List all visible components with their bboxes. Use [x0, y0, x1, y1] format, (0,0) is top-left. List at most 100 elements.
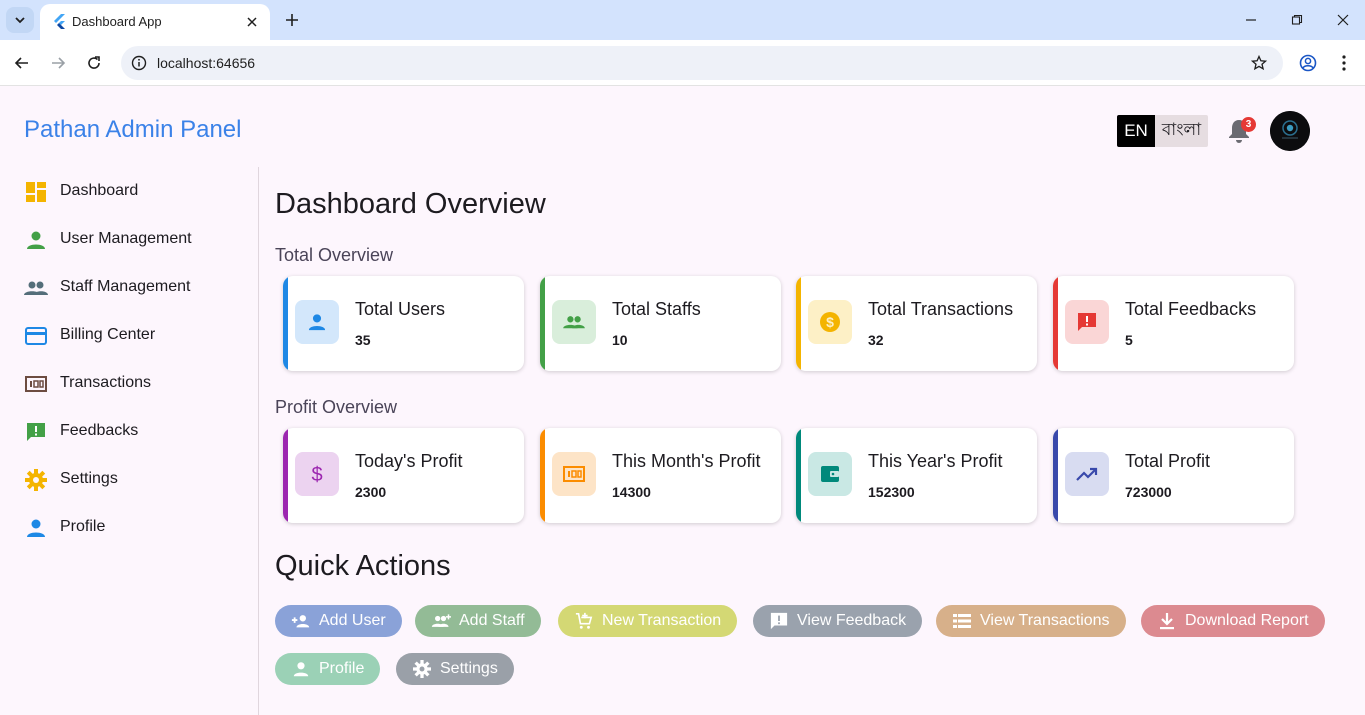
minimize-icon	[1246, 19, 1256, 21]
trending-up-icon	[1065, 452, 1109, 496]
arrow-right-icon	[52, 57, 66, 69]
address-bar[interactable]: localhost:64656	[121, 46, 1283, 80]
dollar-icon: $	[295, 452, 339, 496]
reload-button[interactable]	[80, 49, 108, 77]
restore-button[interactable]	[1274, 6, 1320, 34]
sidebar: Dashboard User Management Staff Manageme…	[0, 167, 259, 715]
view-transactions-button[interactable]: View Transactions	[936, 605, 1126, 637]
sidebar-item-label: Billing Center	[60, 326, 156, 343]
stat-card-value: 152300	[868, 484, 915, 500]
stat-card-total-staffs: Total Staffs 10	[540, 276, 781, 371]
person-icon	[24, 516, 48, 540]
settings-button[interactable]: Settings	[396, 653, 514, 685]
money-icon	[552, 452, 596, 496]
people-icon	[24, 276, 48, 300]
sidebar-item-label: Settings	[60, 470, 118, 487]
profile-label: Profile	[319, 660, 365, 677]
browser-tab[interactable]: Dashboard App	[40, 4, 270, 40]
stat-card-title: This Year's Profit	[868, 451, 1003, 471]
stat-card-this-years-profit: This Year's Profit 152300	[796, 428, 1037, 523]
gear-icon	[24, 468, 48, 492]
browser-menu-button[interactable]	[1330, 49, 1358, 77]
account-circle-icon	[1299, 54, 1317, 72]
sidebar-item-label: User Management	[60, 230, 192, 247]
total-overview-heading: Total Overview	[275, 245, 394, 265]
download-icon	[1157, 611, 1177, 631]
language-toggle[interactable]: EN বাংলা	[1117, 115, 1208, 147]
add-staff-button[interactable]: Add Staff	[415, 605, 541, 637]
more-vert-icon	[1342, 55, 1346, 71]
avatar-image	[1270, 111, 1310, 151]
view-feedback-label: View Feedback	[797, 612, 907, 629]
url-text: localhost:64656	[157, 55, 256, 71]
app-title: Pathan Admin Panel	[24, 116, 242, 143]
sidebar-item-billing-center[interactable]: Billing Center	[0, 312, 258, 356]
flutter-icon	[54, 14, 65, 29]
browser-tab-bar: Dashboard App	[0, 0, 1365, 40]
stat-card-title: Total Users	[355, 299, 446, 319]
site-info-icon[interactable]	[129, 53, 149, 73]
stat-card-this-months-profit: This Month's Profit 14300	[540, 428, 781, 523]
stat-card-title: This Month's Profit	[612, 451, 761, 471]
feedback-icon	[1065, 300, 1109, 344]
sidebar-item-label: Dashboard	[60, 182, 139, 199]
gear-icon	[412, 659, 432, 679]
dollar-coin-icon: $	[808, 300, 852, 344]
credit-card-icon	[24, 324, 48, 348]
chevron-down-icon	[15, 17, 25, 24]
stat-card-todays-profit: $ Today's Profit 2300	[283, 428, 524, 523]
restore-icon	[1291, 14, 1303, 25]
view-feedback-button[interactable]: View Feedback	[753, 605, 923, 637]
sidebar-item-user-management[interactable]: User Management	[0, 216, 258, 260]
profile-button[interactable]: Profile	[275, 653, 381, 685]
stat-card-value: 35	[355, 332, 371, 348]
stat-card-title: Total Feedbacks	[1125, 299, 1257, 319]
stat-card-value: 2300	[355, 484, 387, 500]
sidebar-item-transactions[interactable]: Transactions	[0, 360, 258, 404]
arrow-left-icon	[14, 57, 28, 69]
notifications-button[interactable]: 3	[1226, 117, 1256, 145]
bookmark-star-icon[interactable]	[1249, 53, 1269, 73]
tab-title: Dashboard App	[72, 14, 162, 29]
new-transaction-button[interactable]: New Transaction	[558, 605, 738, 637]
lang-bn-button[interactable]: বাংলা	[1155, 115, 1208, 147]
stat-card-value: 5	[1125, 332, 1133, 348]
plus-icon	[286, 14, 298, 26]
forward-button[interactable]	[44, 49, 72, 77]
add-person-icon	[291, 611, 311, 631]
stat-card-total-transactions: $ Total Transactions 32	[796, 276, 1037, 371]
browser-toolbar: localhost:64656	[0, 40, 1365, 86]
close-icon	[1337, 14, 1349, 26]
lang-en-button[interactable]: EN	[1117, 115, 1155, 147]
close-window-button[interactable]	[1320, 6, 1365, 34]
sidebar-item-settings[interactable]: Settings	[0, 456, 258, 500]
profile-button[interactable]	[1294, 49, 1322, 77]
feedback-icon	[24, 420, 48, 444]
view-transactions-label: View Transactions	[980, 612, 1110, 629]
sidebar-item-dashboard[interactable]: Dashboard	[0, 168, 258, 212]
sidebar-item-label: Feedbacks	[60, 422, 139, 439]
tab-search-button[interactable]	[6, 7, 34, 33]
quick-actions-heading: Quick Actions	[275, 550, 451, 582]
money-icon	[24, 372, 48, 396]
stat-card-total-profit: Total Profit 723000	[1053, 428, 1294, 523]
back-button[interactable]	[8, 49, 36, 77]
wallet-icon	[808, 452, 852, 496]
sidebar-item-label: Profile	[60, 518, 106, 535]
avatar[interactable]	[1270, 111, 1310, 151]
add-cart-icon	[574, 611, 594, 631]
new-tab-button[interactable]	[280, 8, 304, 32]
person-icon	[295, 300, 339, 344]
minimize-button[interactable]	[1228, 6, 1274, 34]
sidebar-item-staff-management[interactable]: Staff Management	[0, 264, 258, 308]
add-user-button[interactable]: Add User	[275, 605, 402, 637]
close-tab-icon[interactable]	[242, 12, 262, 32]
stat-card-title: Today's Profit	[355, 451, 463, 471]
people-icon	[552, 300, 596, 344]
settings-label: Settings	[440, 660, 498, 677]
new-transaction-label: New Transaction	[602, 612, 722, 629]
sidebar-item-feedbacks[interactable]: Feedbacks	[0, 408, 258, 452]
sidebar-item-profile[interactable]: Profile	[0, 504, 258, 548]
download-report-button[interactable]: Download Report	[1141, 605, 1325, 637]
stat-card-title: Total Staffs	[612, 299, 701, 319]
